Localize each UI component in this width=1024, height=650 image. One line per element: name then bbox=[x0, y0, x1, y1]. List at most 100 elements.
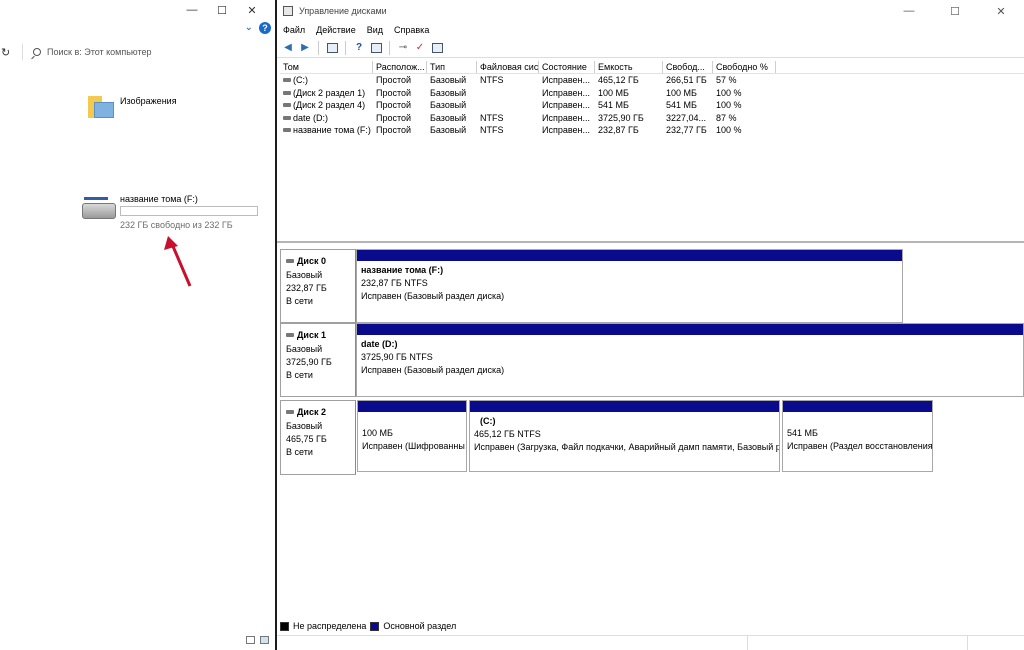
disk-1-row: Диск 1 Базовый 3725,90 ГБ В сети date (D… bbox=[280, 323, 1024, 397]
annotation-arrow-icon bbox=[164, 236, 192, 287]
partition-state: Исправен (Базовый раздел диска) bbox=[361, 291, 505, 301]
drive-free-space: 232 ГБ свободно из 232 ГБ bbox=[120, 220, 233, 230]
search-icon bbox=[33, 48, 41, 56]
partition-recovery[interactable]: 541 МБ Исправен (Раздел восстановления) bbox=[782, 400, 933, 472]
drive-f-item[interactable]: название тома (F:) 232 ГБ свободно из 23… bbox=[82, 193, 262, 233]
volume-list-header: Том Располож... Тип Файловая систе... Со… bbox=[280, 61, 1024, 74]
disk-1-label[interactable]: Диск 1 Базовый 3725,90 ГБ В сети bbox=[280, 323, 356, 397]
table-cell: NTFS bbox=[477, 124, 539, 137]
hard-drive-icon bbox=[82, 197, 116, 219]
cell-text: date (D:) bbox=[293, 112, 329, 123]
drive-name: название тома (F:) bbox=[120, 194, 198, 204]
table-cell: 465,12 ГБ bbox=[595, 74, 663, 87]
properties-icon[interactable] bbox=[369, 41, 383, 55]
table-cell: Базовый bbox=[427, 124, 477, 137]
help-book-icon[interactable]: ? bbox=[352, 41, 366, 55]
minimize-button[interactable]: — bbox=[886, 5, 932, 18]
cell-text: Базовый bbox=[430, 100, 467, 110]
search-placeholder: Поиск в: Этот компьютер bbox=[47, 47, 152, 57]
legend-swatch-primary bbox=[370, 621, 380, 631]
disk-name: Диск 2 bbox=[297, 407, 326, 417]
column-free-space[interactable]: Свобод... bbox=[663, 61, 713, 73]
check-icon[interactable]: ✓ bbox=[413, 41, 427, 55]
cell-text: 541 МБ bbox=[598, 100, 629, 110]
partition-c[interactable]: (C:) 465,12 ГБ NTFS Исправен (Загрузка, … bbox=[469, 400, 780, 472]
table-cell: 541 МБ bbox=[595, 99, 663, 112]
cell-text: (Диск 2 раздел 1) bbox=[293, 87, 366, 98]
back-arrow-icon[interactable]: ◀ bbox=[281, 41, 295, 55]
disk-2-label[interactable]: Диск 2 Базовый 465,75 ГБ В сети bbox=[280, 400, 356, 475]
maximize-button[interactable]: ☐ bbox=[932, 5, 978, 18]
partition-title: date (D:) bbox=[361, 339, 398, 349]
table-cell: 87 % bbox=[713, 112, 776, 125]
maximize-button[interactable]: ☐ bbox=[207, 4, 237, 17]
table-row[interactable]: (Диск 2 раздел 1) Простой Базовый Исправен.… bbox=[280, 87, 1024, 100]
table-row[interactable]: date (D:) Простой Базовый NTFS Исправен... 37… bbox=[280, 112, 1024, 125]
cell-text: Простой bbox=[376, 100, 412, 110]
refresh-icon[interactable]: ↻ bbox=[1, 46, 10, 59]
volume-icon bbox=[283, 115, 291, 120]
large-icons-view-icon[interactable] bbox=[260, 636, 269, 644]
chevron-down-icon[interactable]: ⌄ bbox=[245, 22, 253, 33]
partition-state: Исправен (Базовый раздел диска) bbox=[361, 365, 505, 375]
cell-text: Базовый bbox=[430, 125, 467, 135]
table-row[interactable]: название тома (F:) Простой Базовый NTFS Испр… bbox=[280, 124, 1024, 137]
table-cell: 100 % bbox=[713, 99, 776, 112]
search-input[interactable]: Поиск в: Этот компьютер bbox=[22, 44, 272, 60]
menu-help[interactable]: Справка bbox=[394, 25, 429, 35]
cell-text: NTFS bbox=[480, 75, 504, 85]
cell-text: 100 % bbox=[716, 100, 742, 110]
cell-text: Исправен... bbox=[542, 87, 591, 98]
disk-status: В сети bbox=[286, 447, 313, 457]
table-cell: NTFS bbox=[477, 74, 539, 87]
menu-action[interactable]: Действие bbox=[316, 25, 356, 35]
column-status[interactable]: Состояние bbox=[539, 61, 595, 73]
table-cell: Простой bbox=[373, 124, 427, 137]
pictures-folder[interactable]: Изображения bbox=[88, 94, 177, 120]
disk-0-label[interactable]: Диск 0 Базовый 232,87 ГБ В сети bbox=[280, 249, 356, 323]
partition-size: 3725,90 ГБ NTFS bbox=[361, 352, 433, 362]
table-row[interactable]: (C:) Простой Базовый NTFS Исправен... 465,12 … bbox=[280, 74, 1024, 87]
table-cell: название тома (F:) bbox=[280, 124, 373, 137]
cell-text: Простой bbox=[376, 87, 412, 98]
status-bar bbox=[277, 635, 1024, 650]
view-mode-buttons bbox=[246, 636, 269, 644]
column-volume[interactable]: Том bbox=[280, 61, 373, 73]
console-tree-icon[interactable] bbox=[325, 41, 339, 55]
connect-icon[interactable]: ⊸ bbox=[396, 41, 410, 55]
volume-icon bbox=[283, 128, 291, 133]
column-capacity[interactable]: Емкость bbox=[595, 61, 663, 73]
help-icon[interactable]: ? bbox=[259, 22, 271, 34]
drive-usage-bar bbox=[120, 206, 258, 216]
disk-graph-pane: Диск 0 Базовый 232,87 ГБ В сети название… bbox=[277, 243, 1024, 621]
forward-arrow-icon[interactable]: ▶ bbox=[298, 41, 312, 55]
close-button[interactable]: ✕ bbox=[978, 5, 1024, 18]
table-cell: (C:) bbox=[280, 74, 373, 87]
table-cell: Простой bbox=[373, 112, 427, 125]
partition-efi[interactable]: 100 МБ Исправен (Шифрованны bbox=[357, 400, 467, 472]
menu-view[interactable]: Вид bbox=[367, 25, 383, 35]
details-view-icon[interactable] bbox=[246, 636, 255, 644]
column-type[interactable]: Тип bbox=[427, 61, 477, 73]
menu-file[interactable]: Файл bbox=[283, 25, 305, 35]
cell-text: Исправен... bbox=[542, 100, 591, 110]
settings-panel-icon[interactable] bbox=[430, 41, 444, 55]
table-row[interactable]: (Диск 2 раздел 4) Простой Базовый Исправен.… bbox=[280, 99, 1024, 112]
close-button[interactable]: ✕ bbox=[237, 4, 267, 17]
table-cell bbox=[477, 87, 539, 100]
window-title: Управление дисками bbox=[299, 6, 387, 16]
partition-d[interactable]: date (D:) 3725,90 ГБ NTFS Исправен (Базо… bbox=[356, 323, 1024, 397]
column-percent-free[interactable]: Свободно % bbox=[713, 61, 776, 73]
table-cell: Базовый bbox=[427, 99, 477, 112]
table-cell: NTFS bbox=[477, 112, 539, 125]
title-bar: Управление дисками — ☐ ✕ bbox=[277, 0, 1024, 22]
column-filesystem[interactable]: Файловая систе... bbox=[477, 61, 539, 73]
column-layout[interactable]: Располож... bbox=[373, 61, 427, 73]
cell-text: Исправен... bbox=[542, 125, 591, 135]
partition-title: название тома (F:) bbox=[361, 265, 444, 275]
cell-text: NTFS bbox=[480, 112, 504, 123]
table-cell: date (D:) bbox=[280, 112, 373, 125]
partition-f[interactable]: название тома (F:) 232,87 ГБ NTFS Исправ… bbox=[356, 249, 903, 323]
disk-icon bbox=[286, 259, 294, 263]
minimize-button[interactable]: — bbox=[177, 4, 207, 17]
